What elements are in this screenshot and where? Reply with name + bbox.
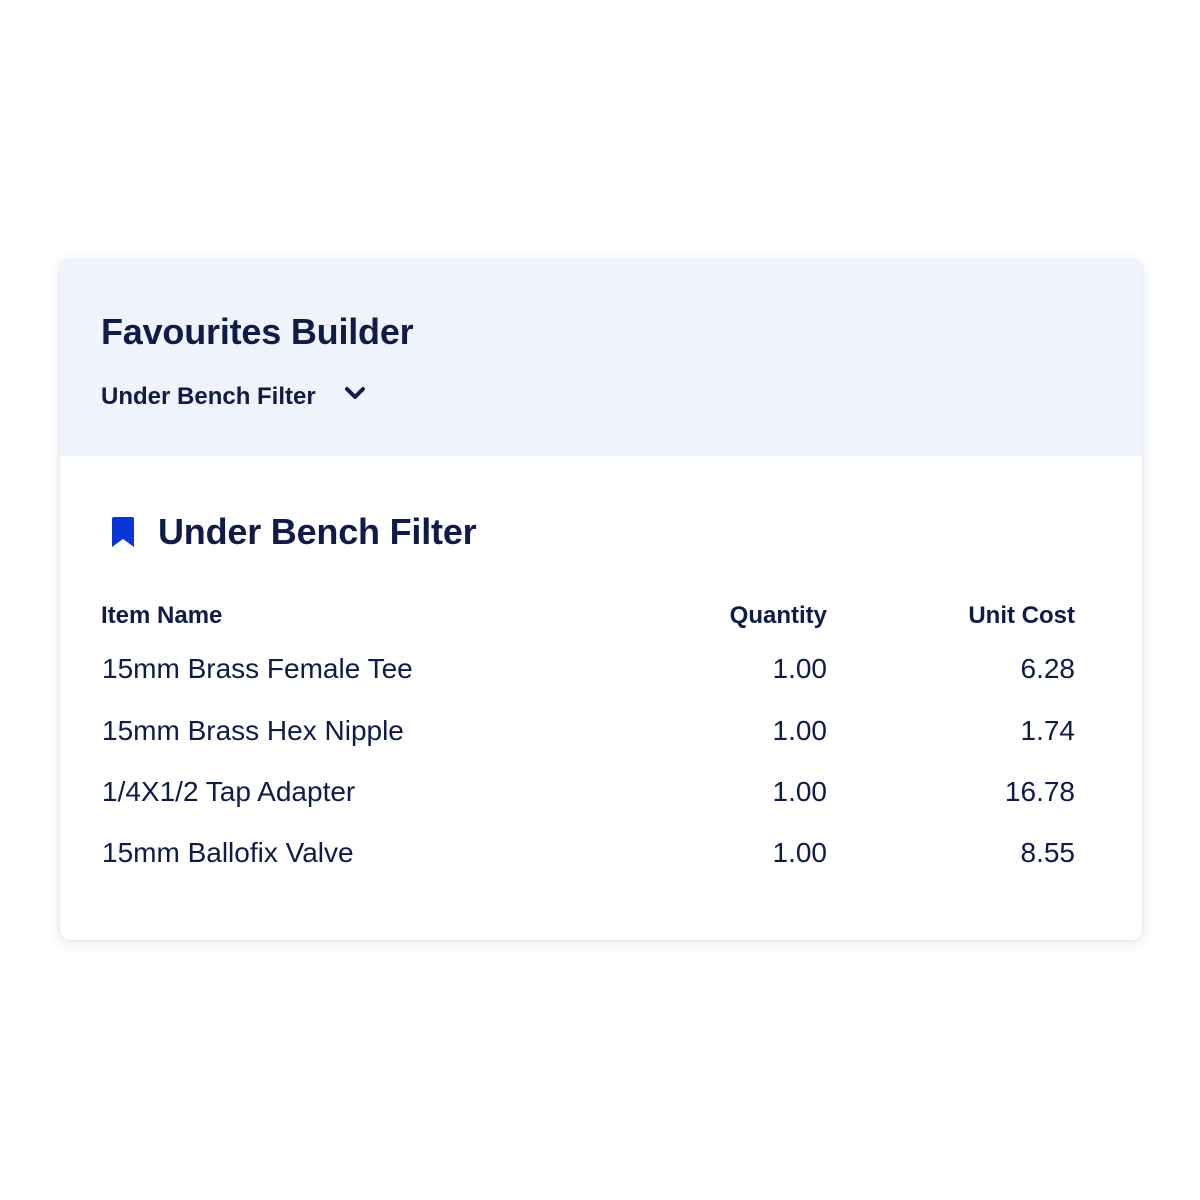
table-row: 15mm Ballofix Valve 1.00 8.55 (101, 822, 1075, 883)
item-unit-cost-cell: 6.28 (1020, 653, 1076, 684)
column-header-quantity: Quantity (729, 602, 827, 629)
favourites-list-selector[interactable]: Under Bench Filter (101, 380, 366, 414)
card-body: Under Bench Filter Item Name Quantity Un… (60, 456, 1142, 940)
items-table: Item Name Quantity Unit Cost 15mm Brass … (101, 594, 1075, 883)
column-header-item-name: Item Name (101, 602, 223, 629)
item-quantity-cell: 1.00 (772, 775, 828, 807)
item-name-cell: 15mm Brass Hex Nipple (102, 714, 404, 746)
chevron-down-icon[interactable] (344, 385, 366, 401)
item-unit-cost-cell: 1.74 (1020, 714, 1076, 746)
list-title-row: Under Bench Filter (110, 510, 477, 554)
item-name-cell: 15mm Brass Female Tee (102, 653, 413, 684)
table-row: 15mm Brass Hex Nipple 1.00 1.74 (101, 700, 1075, 761)
selected-list-label: Under Bench Filter (101, 383, 316, 410)
table-header-row: Item Name Quantity Unit Cost (101, 594, 1075, 638)
column-header-unit-cost: Unit Cost (968, 602, 1075, 629)
item-name-cell: 15mm Ballofix Valve (102, 836, 354, 868)
item-unit-cost-cell: 8.55 (1020, 836, 1076, 868)
card-header: Favourites Builder Under Bench Filter (60, 260, 1142, 456)
page-title: Favourites Builder (101, 311, 414, 352)
item-quantity-cell: 1.00 (772, 714, 828, 746)
favourites-builder-card: Favourites Builder Under Bench Filter Un… (60, 260, 1142, 940)
table-row: 1/4X1/2 Tap Adapter 1.00 16.78 (101, 761, 1075, 822)
list-title: Under Bench Filter (158, 511, 477, 552)
item-name-cell: 1/4X1/2 Tap Adapter (102, 775, 356, 807)
item-quantity-cell: 1.00 (772, 836, 828, 868)
bookmark-icon[interactable] (110, 516, 136, 548)
item-unit-cost-cell: 16.78 (1004, 775, 1075, 807)
table-row: 15mm Brass Female Tee 1.00 6.28 (101, 638, 1075, 700)
item-quantity-cell: 1.00 (772, 653, 828, 684)
